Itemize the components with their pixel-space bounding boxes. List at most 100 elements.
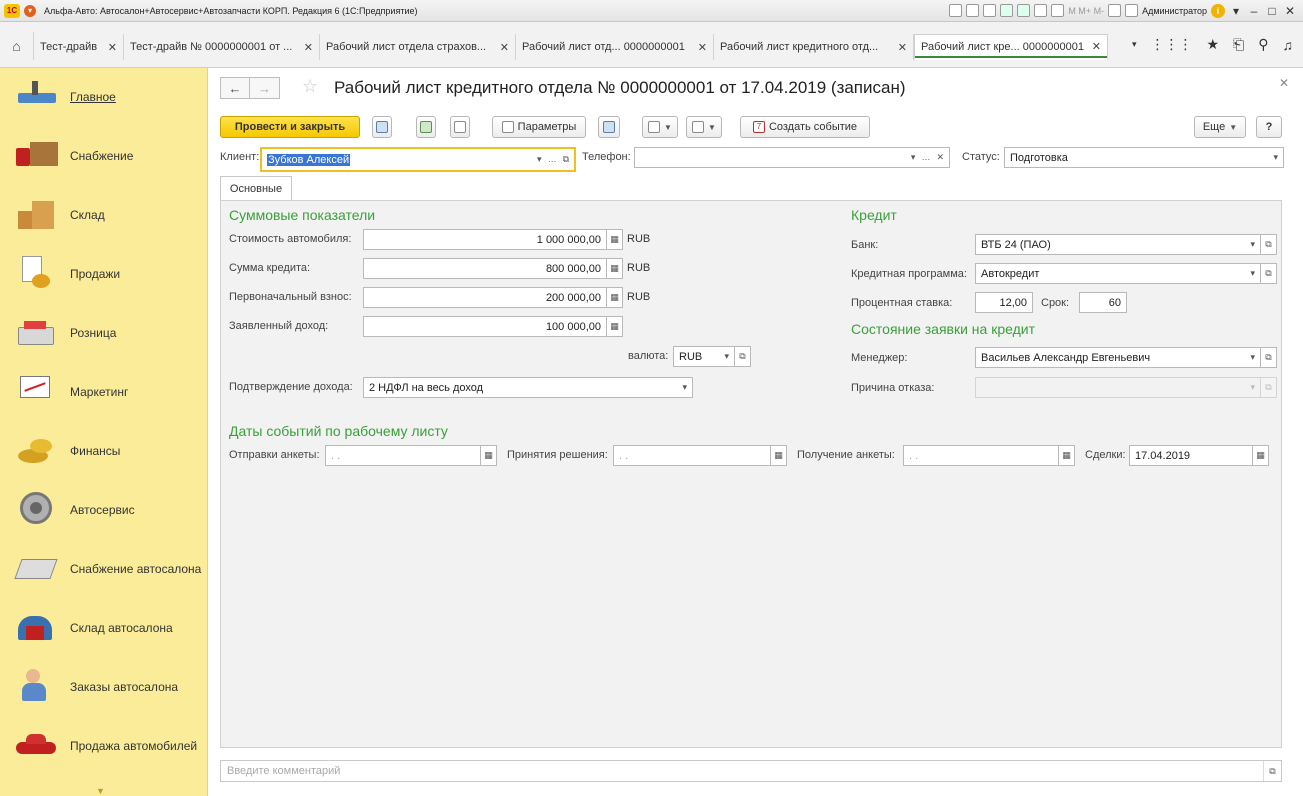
- car-cost-field[interactable]: 1 000 000,00: [363, 229, 607, 250]
- chevron-down-icon[interactable]: ▾: [1250, 268, 1255, 279]
- sidebar-item-retail[interactable]: Розница: [0, 308, 208, 358]
- favorite-star-icon[interactable]: ☆: [302, 76, 318, 97]
- tabs-dropdown-icon[interactable]: ▾: [1132, 39, 1137, 50]
- declared-income-field[interactable]: 100 000,00: [363, 316, 607, 337]
- download-icon[interactable]: [1017, 4, 1031, 17]
- chevron-down-icon[interactable]: ▾: [911, 152, 916, 163]
- chevron-down-icon[interactable]: ▾: [1250, 352, 1255, 363]
- save-button[interactable]: [372, 116, 392, 138]
- select-dots-icon[interactable]: …: [548, 154, 557, 165]
- chevron-down-icon[interactable]: ▾: [1250, 239, 1255, 250]
- chevron-down-icon[interactable]: ▾: [537, 154, 542, 165]
- upload-icon[interactable]: [1000, 4, 1014, 17]
- preview-icon[interactable]: [983, 4, 997, 17]
- unpost-button[interactable]: [450, 116, 470, 138]
- sidebar-item-car-sales[interactable]: Продажа автомобилей: [0, 721, 208, 771]
- open-icon[interactable]: ⧉: [1261, 263, 1277, 284]
- sidebar-item-sales[interactable]: Продажи: [0, 249, 208, 299]
- calculator-icon[interactable]: ▦: [607, 258, 623, 279]
- received-date-field[interactable]: . .: [903, 445, 1059, 466]
- close-window-button[interactable]: ✕: [1283, 4, 1297, 18]
- term-field[interactable]: 60: [1079, 292, 1127, 313]
- zoom-icon[interactable]: [1108, 4, 1122, 17]
- close-icon[interactable]: ✕: [698, 41, 707, 54]
- maximize-button[interactable]: □: [1265, 4, 1279, 18]
- calendar-icon[interactable]: ▦: [1253, 445, 1269, 466]
- sections-grid-icon[interactable]: ⋮⋮⋮: [1150, 36, 1192, 53]
- bank-field[interactable]: ВТБ 24 (ПАО) ▾: [975, 234, 1261, 255]
- tab-test-drive[interactable]: Тест-драйв ✕: [34, 34, 124, 60]
- close-form-icon[interactable]: ✕: [1279, 76, 1289, 90]
- open-icon[interactable]: ⧉: [1263, 761, 1281, 781]
- save-icon[interactable]: [949, 4, 963, 17]
- memory-buttons[interactable]: M M+ M-: [1068, 6, 1104, 16]
- interest-rate-field[interactable]: 12,00: [975, 292, 1033, 313]
- chevron-down-icon[interactable]: ▾: [682, 382, 687, 393]
- clear-icon[interactable]: ✕: [936, 152, 944, 163]
- close-icon[interactable]: ✕: [1092, 40, 1101, 53]
- sidebar-item-salon-orders[interactable]: Заказы автосалона: [0, 662, 208, 712]
- calculator-icon[interactable]: ▦: [607, 229, 623, 250]
- phone-field[interactable]: ▾ … ✕: [634, 147, 950, 168]
- dropdown-icon[interactable]: ▾: [1229, 4, 1243, 18]
- close-icon[interactable]: ✕: [500, 41, 509, 54]
- sidebar-item-finance[interactable]: Финансы: [0, 426, 208, 476]
- minimize-button[interactable]: –: [1247, 4, 1261, 18]
- credit-program-field[interactable]: Автокредит ▾: [975, 263, 1261, 284]
- sidebar-item-warehouse[interactable]: Склад: [0, 190, 208, 240]
- tab-main[interactable]: Основные: [220, 176, 292, 200]
- down-payment-field[interactable]: 200 000,00: [363, 287, 607, 308]
- income-proof-field[interactable]: 2 НДФЛ на весь доход ▾: [363, 377, 693, 398]
- post-button[interactable]: [416, 116, 436, 138]
- client-field[interactable]: Зубков Алексей ▾ … ⧉: [260, 147, 576, 172]
- info-icon[interactable]: i: [1211, 3, 1225, 18]
- deal-date-field[interactable]: 17.04.2019: [1129, 445, 1253, 466]
- open-icon[interactable]: ⧉: [735, 346, 751, 367]
- create-based-on-button[interactable]: ▼: [642, 116, 678, 138]
- decision-date-field[interactable]: . .: [613, 445, 771, 466]
- calculator-icon[interactable]: [1034, 4, 1048, 17]
- notifications-bell-icon[interactable]: ♫: [1283, 37, 1294, 53]
- tab-credit-doc[interactable]: Рабочий лист кре... 0000000001 ✕: [914, 34, 1108, 60]
- close-icon[interactable]: ✕: [304, 41, 313, 54]
- calendar-icon[interactable]: ▦: [1059, 445, 1075, 466]
- open-icon[interactable]: ⧉: [1261, 347, 1277, 368]
- comment-field[interactable]: Введите комментарий ⧉: [220, 760, 1282, 782]
- chevron-down-icon[interactable]: ▾: [1273, 152, 1278, 163]
- sidebar-scroll-down-icon[interactable]: ▼: [96, 786, 105, 796]
- manager-field[interactable]: Васильев Александр Евгеньевич ▾: [975, 347, 1261, 368]
- calculator-icon[interactable]: ▦: [607, 316, 623, 337]
- select-dots-icon[interactable]: …: [921, 152, 930, 163]
- close-icon[interactable]: ✕: [108, 41, 117, 54]
- sidebar-item-main[interactable]: Главное: [0, 72, 208, 122]
- calendar-icon[interactable]: [1051, 4, 1065, 17]
- calendar-icon[interactable]: ▦: [481, 445, 497, 466]
- main-menu-icon[interactable]: ▾: [24, 4, 36, 17]
- sidebar-item-autoservice[interactable]: Автосервис: [0, 485, 208, 535]
- calendar-icon[interactable]: ▦: [771, 445, 787, 466]
- tab-credit-list[interactable]: Рабочий лист кредитного отд... ✕: [714, 34, 914, 60]
- post-and-close-button[interactable]: Провести и закрыть: [220, 116, 360, 138]
- chevron-down-icon[interactable]: ▾: [724, 351, 729, 362]
- help-button[interactable]: ?: [1256, 116, 1282, 138]
- current-user[interactable]: Администратор: [1142, 6, 1207, 16]
- home-icon[interactable]: ⌂: [0, 32, 34, 60]
- back-button[interactable]: ←: [220, 77, 250, 99]
- sidebar-item-salon-warehouse[interactable]: Склад автосалона: [0, 603, 208, 653]
- favorites-star-icon[interactable]: ★: [1206, 36, 1219, 53]
- print-menu-button[interactable]: ▼: [686, 116, 722, 138]
- search-icon[interactable]: ⚲: [1258, 36, 1268, 53]
- status-field[interactable]: Подготовка ▾: [1004, 147, 1284, 168]
- open-icon[interactable]: ⧉: [563, 154, 569, 165]
- close-icon[interactable]: ✕: [898, 41, 907, 54]
- tab-worksheet-doc[interactable]: Рабочий лист отд... 0000000001 ✕: [516, 34, 714, 60]
- sidebar-item-supply[interactable]: Снабжение: [0, 131, 208, 181]
- currency-field[interactable]: RUB ▾: [673, 346, 735, 367]
- sidebar-item-salon-supply[interactable]: Снабжение автосалона: [0, 544, 208, 594]
- more-button[interactable]: Еще ▼: [1194, 116, 1246, 138]
- forward-button[interactable]: →: [250, 77, 280, 99]
- history-icon[interactable]: ⎗: [1233, 36, 1244, 53]
- tab-insurance-list[interactable]: Рабочий лист отдела страхов... ✕: [320, 34, 516, 60]
- create-event-button[interactable]: 7 Создать событие: [740, 116, 870, 138]
- sent-date-field[interactable]: . .: [325, 445, 481, 466]
